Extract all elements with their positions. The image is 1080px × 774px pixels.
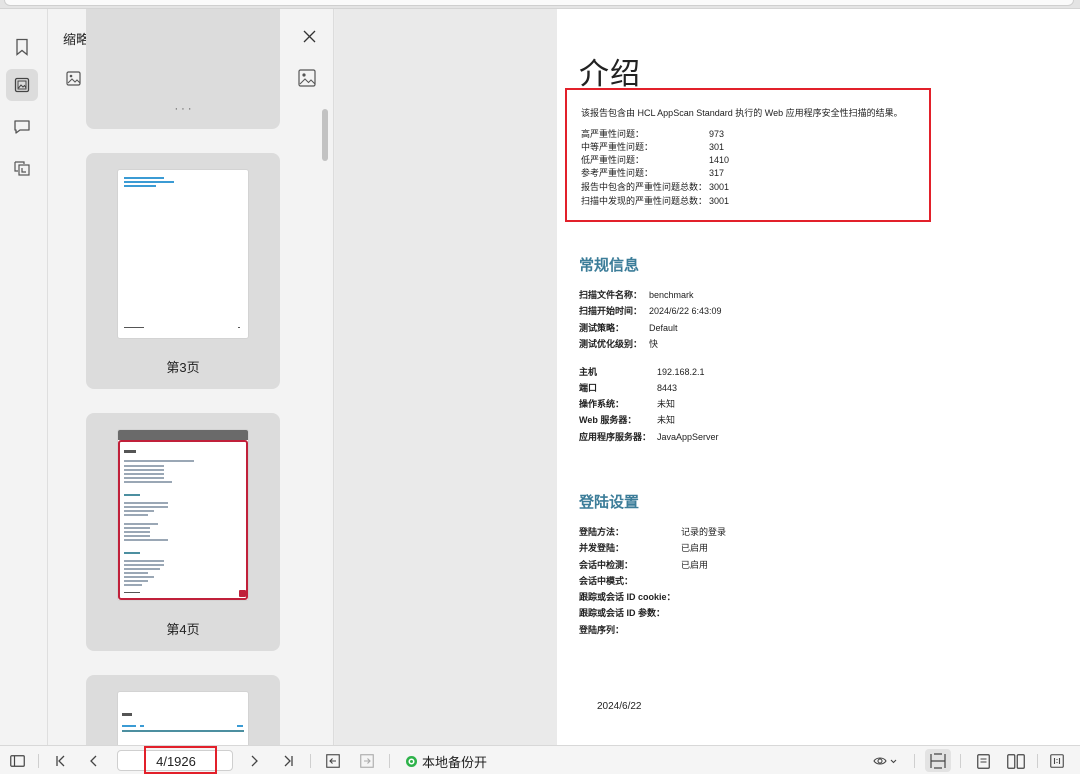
go-back-button[interactable] (324, 752, 342, 770)
intro-description: 该报告包含由 HCL AppScan Standard 执行的 Web 应用程序… (581, 108, 903, 118)
info-row: 测试优化级别：快 (579, 339, 659, 349)
thumbnail-scrollbar[interactable] (322, 109, 328, 161)
login-row: 跟踪或会话 ID cookie： (579, 592, 676, 602)
bottom-toolbar: 4/1926 本地备份开 (0, 745, 1080, 774)
thumbnail-card-prev[interactable]: · · · (86, 9, 280, 129)
thumbnail-card-page-4[interactable]: 第4页 (86, 413, 280, 651)
last-page-icon (284, 755, 293, 767)
top-toolbar-strip (0, 0, 1080, 9)
zoom-in-image-icon[interactable] (298, 69, 316, 87)
single-page-button[interactable] (974, 752, 992, 770)
document-page: 介绍 该报告包含由 HCL AppScan Standard 执行的 Web 应… (557, 9, 1080, 745)
comment-icon (14, 120, 30, 134)
actual-size-icon (1050, 754, 1064, 768)
host-row: 端口 8443 (579, 383, 678, 393)
pdf-reader-window: 缩略图 · · · 第3页 第4页 介绍 该报告包含由 HCL AppScan … (0, 0, 1080, 774)
thumbnail-card-page-3[interactable]: 第3页 (86, 153, 280, 389)
reading-mode-dropdown[interactable] (870, 752, 900, 770)
sidebar-icon (9, 755, 25, 767)
thumbnail-label: 第3页 (166, 360, 200, 375)
eye-icon (873, 757, 897, 765)
stat-row: 中等严重性问题： 301 (581, 142, 725, 152)
thumbnail-page-4 (118, 430, 248, 600)
close-panel-button[interactable] (300, 27, 318, 45)
page-indicator-highlight (144, 746, 217, 774)
bookmark-icon (16, 38, 28, 56)
host-row: 主机 192.168.2.1 (579, 367, 705, 377)
login-settings-heading: 登陆设置 (579, 493, 640, 511)
next-page-button[interactable] (245, 752, 263, 770)
info-row: 扫描开始时间： 2024/6/22 6:43:09 (579, 306, 722, 316)
stat-row: 高严重性问题： 973 (581, 129, 725, 139)
backup-label: 本地备份开 (422, 755, 488, 770)
thumbnail-page-5 (118, 692, 248, 745)
comment-button[interactable] (6, 111, 38, 143)
zoom-out-image-icon[interactable] (66, 71, 81, 86)
stat-row: 低严重性问题： 1410 (581, 155, 730, 165)
local-backup-toggle[interactable]: 本地备份开 (406, 752, 487, 771)
general-info-heading: 常规信息 (579, 256, 640, 274)
stat-row: 扫描中发现的严重性问题总数： 3001 (581, 196, 730, 206)
go-forward-button[interactable] (358, 752, 376, 770)
login-row: 并发登陆： 已启用 (579, 543, 709, 553)
attachment-icon (14, 161, 30, 176)
thumbnail-label-cut: · · · (174, 103, 192, 113)
stat-row: 参考严重性问题： 317 (581, 168, 725, 178)
go-back-icon (326, 754, 340, 768)
thumbnail-page-3 (118, 170, 248, 338)
first-page-icon (56, 755, 65, 767)
login-row: 会话中检测： 已启用 (579, 560, 709, 570)
bookmark-button[interactable] (6, 31, 38, 63)
fit-width-button[interactable] (929, 752, 947, 770)
host-row: 应用程序服务器： JavaAppServer (579, 432, 719, 442)
login-row: 会话中模式： (579, 576, 634, 586)
two-page-button[interactable] (1007, 752, 1025, 770)
intro-heading: 介绍 (579, 57, 641, 92)
thumbnail-card-page-5[interactable] (86, 675, 280, 745)
side-icon-rail (0, 9, 48, 745)
toggle-sidebar-button[interactable] (8, 752, 26, 770)
status-dot-icon (406, 756, 417, 767)
actual-size-button[interactable] (1048, 752, 1066, 770)
two-page-icon (1007, 753, 1025, 769)
document-viewport: 介绍 该报告包含由 HCL AppScan Standard 执行的 Web 应… (335, 9, 1080, 745)
host-row: 操作系统： 未知 (579, 399, 676, 409)
first-page-button[interactable] (52, 752, 70, 770)
chevron-right-icon (251, 755, 258, 767)
stat-row: 报告中包含的严重性问题总数： 3001 (581, 182, 730, 192)
chevron-left-icon (90, 755, 97, 767)
login-row: 登陆方法： 记录的登录 (579, 527, 727, 537)
page-footer-date: 2024/6/22 (597, 701, 642, 712)
thumbnail-button[interactable] (6, 69, 38, 101)
info-row: 扫描文件名称： benchmark (579, 290, 694, 300)
go-forward-icon (360, 754, 374, 768)
last-page-button[interactable] (279, 752, 297, 770)
close-icon (303, 30, 315, 42)
login-row: 登陆序列： (579, 625, 625, 635)
attachment-button[interactable] (6, 152, 38, 184)
previous-page-button[interactable] (85, 752, 103, 770)
host-row: Web 服务器： 未知 (579, 415, 676, 425)
address-field-edge (4, 0, 1074, 6)
thumbnail-panel: 缩略图 · · · 第3页 第4页 (48, 9, 334, 745)
single-page-icon (976, 753, 990, 769)
info-row: 测试策略： Default (579, 323, 678, 333)
thumbnail-icon (14, 77, 30, 93)
thumbnail-label: 第4页 (166, 622, 200, 637)
login-row: 跟踪或会话 ID 参数： (579, 608, 666, 618)
fit-width-icon (930, 753, 946, 769)
